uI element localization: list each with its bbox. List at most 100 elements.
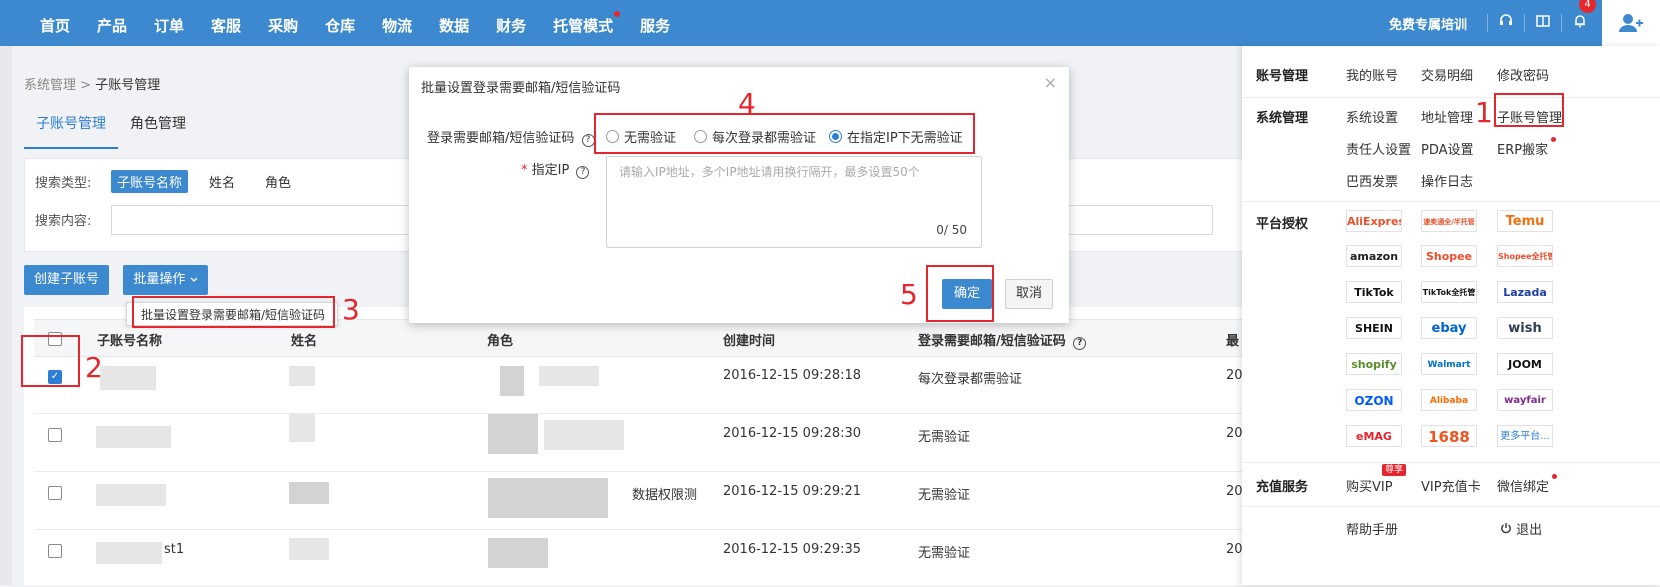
alibaba-logo[interactable]: Alibaba — [1421, 389, 1477, 411]
nav-customer-service[interactable]: 客服 — [211, 0, 241, 46]
highlight-box-batch-menu — [132, 296, 335, 328]
nav-purchasing[interactable]: 采购 — [268, 0, 298, 46]
ip-textarea[interactable]: 请输入IP地址，多个IP地址请用换行隔开，最多设置50个 0/ 50 — [606, 156, 982, 248]
shein-logo[interactable]: SHEIN — [1346, 317, 1402, 339]
account-name-suffix: st1 — [164, 542, 185, 557]
aliexpress-managed-logo[interactable]: 速卖通全/半托管 — [1421, 210, 1477, 232]
table-row: 数据权限测 2016-12-15 09:29:21 无需验证 20 — [34, 472, 1244, 530]
role-text: 数据权限测 — [632, 488, 698, 503]
nav-hosting-mode[interactable]: 托管模式 — [553, 0, 621, 46]
nav-warehouse[interactable]: 仓库 — [325, 0, 355, 46]
tiktok-logo[interactable]: TikTok — [1346, 281, 1402, 303]
tiktok-managed-logo[interactable]: TikTok全托管 — [1421, 281, 1477, 303]
erp-migration-link[interactable]: ERP搬家 — [1497, 137, 1557, 158]
emag-logo[interactable]: eMAG — [1346, 425, 1402, 447]
login-verify-status: 每次登录都需验证 — [918, 372, 1023, 387]
amazon-logo[interactable]: amazon — [1346, 245, 1402, 267]
1688-logo[interactable]: 1688 — [1421, 425, 1477, 447]
search-type-account-name[interactable]: 子账号名称 — [111, 170, 189, 193]
temu-logo[interactable]: Temu — [1497, 210, 1553, 232]
annotation-number-2: 2 — [85, 351, 103, 384]
redacted-role — [500, 366, 524, 396]
help-icon[interactable]: ? — [1073, 337, 1087, 350]
create-sub-account-button[interactable]: 创建子账号 — [24, 265, 109, 295]
wechat-bind-link[interactable]: 微信绑定 — [1497, 474, 1558, 495]
ip-char-counter: 0/ 50 — [936, 223, 967, 237]
redacted-name — [289, 482, 329, 504]
book-icon[interactable] — [1524, 14, 1561, 32]
nav-hosting-mode-label: 托管模式 — [553, 17, 614, 35]
shopify-logo[interactable]: shopify — [1346, 353, 1402, 375]
help-manual-link[interactable]: 帮助手册 — [1346, 519, 1398, 538]
nav-services[interactable]: 服务 — [640, 0, 670, 46]
th-name: 姓名 — [291, 334, 318, 349]
nav-orders[interactable]: 订单 — [154, 0, 184, 46]
aliexpress-logo[interactable]: AliExpress — [1346, 210, 1402, 232]
wish-logo[interactable]: wish — [1497, 317, 1553, 339]
table-row: 2016-12-15 09:28:30 无需验证 20 — [34, 414, 1244, 472]
user-avatar[interactable] — [1602, 0, 1660, 46]
row-checkbox[interactable] — [48, 544, 62, 558]
last-login: 20 — [1226, 426, 1243, 441]
highlight-box-sub-account-link — [1494, 93, 1564, 127]
wayfair-logo[interactable]: wayfair — [1497, 389, 1553, 411]
nav-data[interactable]: 数据 — [439, 0, 469, 46]
tab-sub-accounts[interactable]: 子账号管理 — [24, 103, 118, 149]
breadcrumb: 系统管理 > 子账号管理 — [24, 74, 160, 93]
batch-operation-button[interactable]: 批量操作 — [123, 265, 208, 295]
search-type-role[interactable]: 角色 — [259, 170, 297, 193]
login-verify-status: 无需验证 — [918, 546, 971, 561]
th-last-login: 最 — [1226, 334, 1240, 349]
nav-home[interactable]: 首页 — [40, 0, 70, 46]
required-mark: * — [521, 163, 528, 178]
cancel-button[interactable]: 取消 — [1005, 279, 1053, 309]
power-icon — [1500, 523, 1516, 538]
row-checkbox[interactable] — [48, 486, 62, 500]
redacted-role-2 — [539, 366, 599, 386]
responsible-person-link[interactable]: 责任人设置 — [1346, 139, 1411, 158]
ozon-logo[interactable]: OZON — [1346, 389, 1402, 411]
redacted-account-name — [96, 484, 166, 506]
close-icon[interactable]: × — [1044, 73, 1057, 92]
breadcrumb-parent[interactable]: 系统管理 — [24, 78, 76, 93]
nav-products[interactable]: 产品 — [97, 0, 127, 46]
th-login-verify: 登录需要邮箱/短信验证码 ? — [918, 330, 1087, 350]
shopee-logo[interactable]: Shopee — [1421, 245, 1477, 267]
bell-icon[interactable]: 4 — [1561, 0, 1598, 32]
nav-finance[interactable]: 财务 — [496, 0, 526, 46]
operation-log-link[interactable]: 操作日志 — [1421, 171, 1473, 190]
created-time: 2016-12-15 09:29:21 — [723, 484, 862, 499]
table-row: ✓ 2016-12-15 09:28:18 每次登录都需验证 20 — [34, 356, 1244, 414]
logout-button[interactable]: 退出 — [1500, 519, 1542, 538]
pda-settings-link[interactable]: PDA设置 — [1421, 139, 1474, 158]
buy-vip-link[interactable]: 购买VIP — [1346, 476, 1393, 495]
row-checkbox[interactable] — [48, 428, 62, 442]
help-icon[interactable]: ? — [581, 134, 595, 147]
change-password-link[interactable]: 修改密码 — [1497, 65, 1549, 84]
nav-logistics[interactable]: 物流 — [382, 0, 412, 46]
lazada-logo[interactable]: Lazada — [1497, 281, 1553, 303]
free-training-link[interactable]: 免费专属培训 — [1389, 14, 1467, 33]
erp-migration-label: ERP搬家 — [1497, 143, 1549, 158]
headset-icon[interactable] — [1487, 14, 1524, 32]
last-login: 20 — [1226, 542, 1243, 557]
breadcrumb-current: 子账号管理 — [95, 78, 161, 93]
search-type-name[interactable]: 姓名 — [203, 170, 241, 193]
tab-roles[interactable]: 角色管理 — [118, 103, 198, 149]
verify-field-label: 登录需要邮箱/短信验证码 ? — [427, 127, 595, 147]
my-account-link[interactable]: 我的账号 — [1346, 65, 1398, 84]
vip-card-link[interactable]: VIP充值卡 — [1421, 476, 1481, 495]
help-icon[interactable]: ? — [576, 166, 590, 179]
ebay-logo[interactable]: ebay — [1421, 317, 1477, 339]
shopee-managed-logo[interactable]: Shopee全托管 — [1497, 245, 1553, 267]
walmart-logo[interactable]: Walmart — [1421, 353, 1477, 375]
address-management-link[interactable]: 地址管理 — [1421, 107, 1473, 126]
brazil-invoice-link[interactable]: 巴西发票 — [1346, 171, 1398, 190]
joom-logo[interactable]: JOOM — [1497, 353, 1553, 375]
transactions-link[interactable]: 交易明细 — [1421, 65, 1473, 84]
system-settings-link[interactable]: 系统设置 — [1346, 107, 1398, 126]
created-time: 2016-12-15 09:28:18 — [723, 368, 862, 383]
divider — [1242, 201, 1660, 202]
annotation-number-5: 5 — [900, 278, 918, 311]
more-platforms-link[interactable]: 更多平台... — [1497, 425, 1553, 447]
